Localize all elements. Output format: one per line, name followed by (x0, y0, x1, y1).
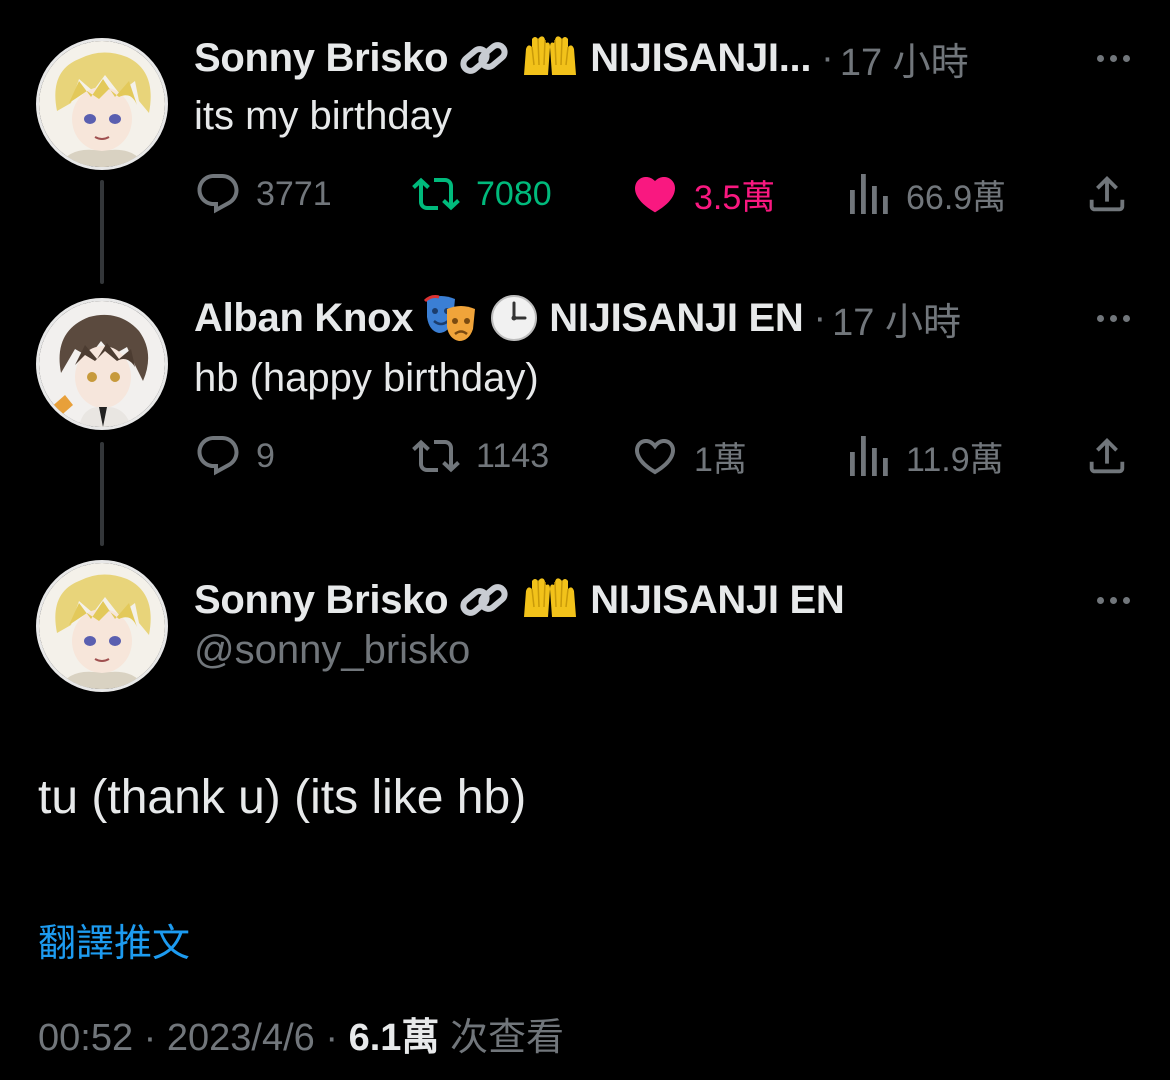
like-count: 1萬 (694, 440, 747, 479)
tweet-text: its my birthday (194, 94, 452, 138)
clock-icon (489, 293, 539, 343)
thread-line (100, 442, 104, 546)
share-icon (1089, 437, 1125, 474)
post-time: 00:52 (38, 1017, 134, 1059)
avatar-sonny-main[interactable] (36, 560, 168, 692)
avatar-sonny[interactable] (36, 38, 168, 170)
user-handle[interactable]: @sonny_brisko (194, 628, 470, 673)
reply-icon (197, 174, 239, 214)
more-icon[interactable] (1097, 28, 1130, 88)
thread-line (100, 180, 104, 284)
separator: · (143, 1017, 157, 1059)
share-button[interactable] (1084, 166, 1130, 222)
tweet-header: Sonny Brisko NIJISANJI EN (194, 570, 845, 630)
reply-button[interactable]: 3771 (194, 166, 332, 222)
analytics-icon (850, 174, 888, 214)
link-icon (458, 35, 510, 81)
affiliation-label: NIJISANJI... (590, 35, 812, 80)
retweet-count: 1143 (476, 436, 550, 475)
timestamp[interactable]: 17 小時 (832, 291, 961, 346)
more-icon[interactable] (1097, 570, 1130, 630)
views-label: 次查看 (449, 1017, 564, 1059)
affiliation-label: NIJISANJI EN (590, 577, 845, 622)
tweet-header: Sonny Brisko NIJISANJI... · 17 小時 (194, 28, 969, 88)
view-count: 66.9萬 (906, 178, 1007, 217)
main-tweet-text: tu (thank u) (its like hb) (38, 771, 527, 824)
avatar-alban[interactable] (36, 298, 168, 430)
like-button[interactable]: 3.5萬 (630, 166, 775, 222)
affiliation-label: NIJISANJI EN (549, 295, 804, 340)
share-icon (1089, 175, 1125, 212)
views-button[interactable]: 11.9萬 (848, 428, 1004, 484)
post-date: 2023/4/6 (166, 1017, 315, 1059)
share-button[interactable] (1084, 428, 1130, 484)
retweet-icon (412, 439, 460, 473)
translate-tweet-link[interactable]: 翻譯推文 (38, 912, 190, 967)
separator: · (325, 1017, 339, 1059)
like-count: 3.5萬 (694, 178, 776, 217)
like-button[interactable]: 1萬 (630, 428, 747, 484)
raising-hands-icon (520, 35, 580, 81)
reply-icon (197, 436, 239, 476)
raising-hands-icon (520, 577, 580, 623)
more-icon[interactable] (1097, 288, 1130, 348)
display-name[interactable]: Sonny Brisko (194, 578, 449, 623)
separator: · (813, 296, 827, 339)
view-count[interactable]: 6.1萬 (349, 1017, 440, 1059)
views-button[interactable]: 66.9萬 (848, 166, 1006, 222)
display-name[interactable]: Alban Knox (194, 296, 414, 341)
view-count: 11.9萬 (906, 440, 1004, 479)
tweet-text: hb (happy birthday) (194, 356, 539, 400)
tweet-actions: 9 1143 1萬 11.9萬 (194, 428, 1130, 484)
retweet-button[interactable]: 7080 (410, 166, 552, 222)
reply-button[interactable]: 9 (194, 428, 275, 484)
heart-filled-icon (634, 177, 676, 213)
retweet-icon (412, 177, 460, 211)
heart-outline-icon (634, 439, 676, 475)
tweet-actions: 3771 7080 3.5萬 66.9萬 (194, 166, 1130, 222)
separator: · (821, 36, 834, 79)
tweet-header: Alban Knox NIJISANJI EN · 17 小時 (194, 288, 961, 348)
link-icon (458, 577, 510, 623)
reply-count: 3771 (256, 174, 332, 213)
reply-count: 9 (256, 436, 275, 475)
retweet-button[interactable]: 1143 (410, 428, 549, 484)
performing-arts-icon (423, 293, 479, 343)
tweet-meta: 00:52 · 2023/4/6 · 6.1萬 次查看 (38, 1006, 564, 1061)
analytics-icon (850, 436, 888, 476)
retweet-count: 7080 (476, 174, 552, 213)
display-name[interactable]: Sonny Brisko (194, 36, 449, 81)
timestamp[interactable]: 17 小時 (840, 31, 969, 86)
